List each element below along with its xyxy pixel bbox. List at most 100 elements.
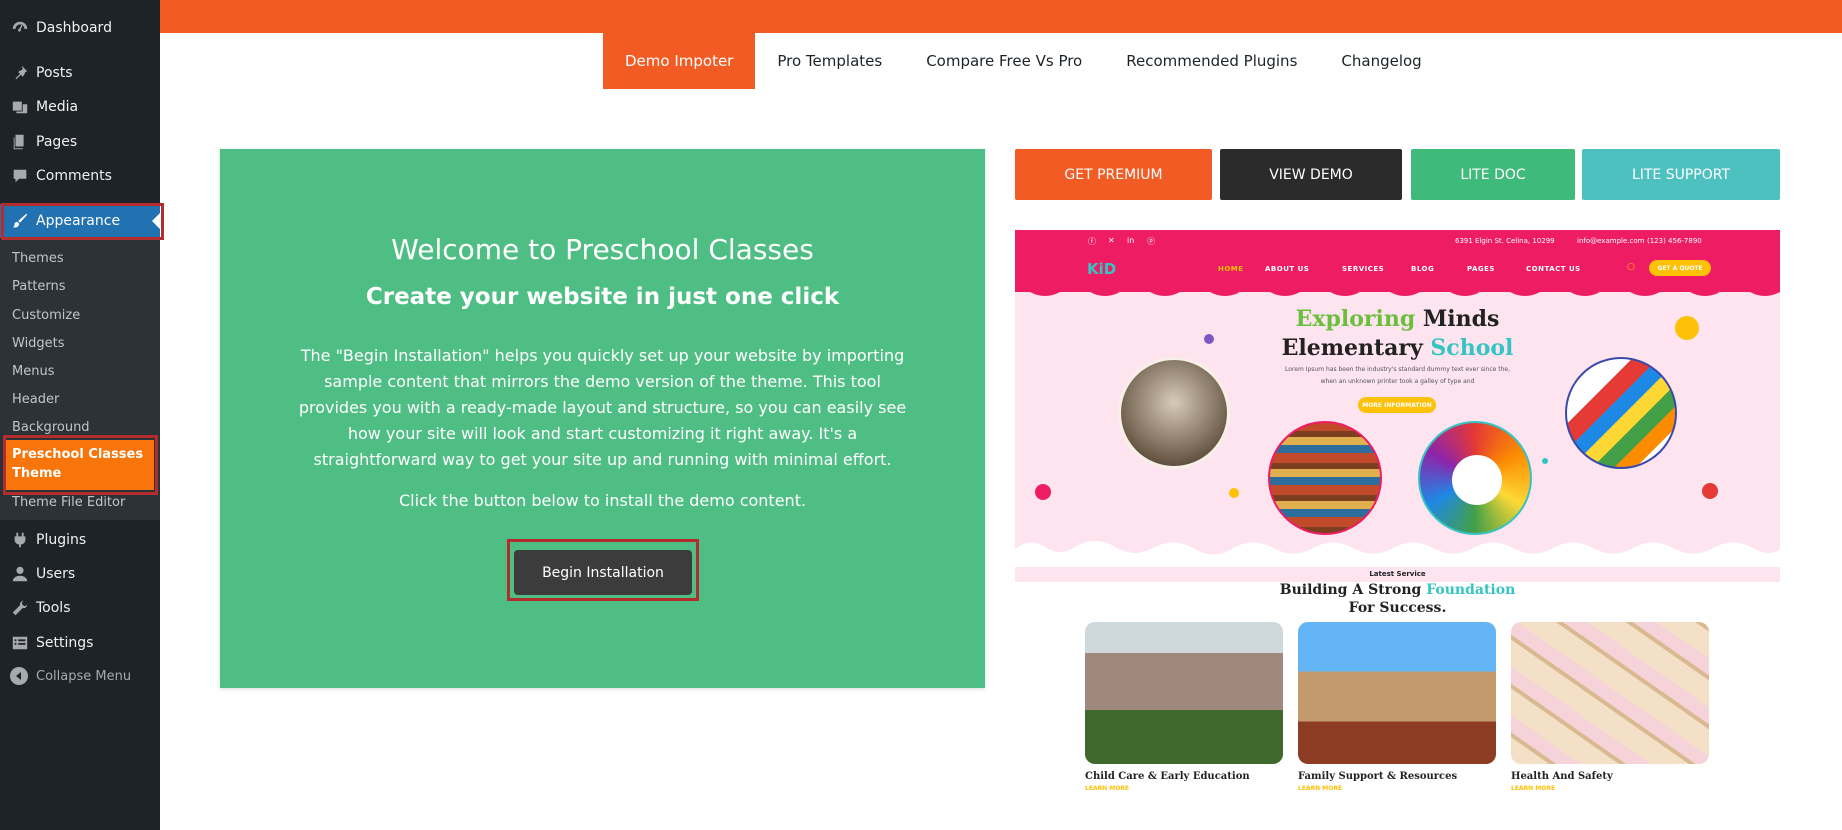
- install-instruction: Click the button below to install the de…: [398, 491, 807, 510]
- sidebar-item-settings[interactable]: Settings: [0, 626, 160, 660]
- preview-nav-services: SERVICES: [1342, 265, 1385, 273]
- submenu-item-patterns[interactable]: Patterns: [12, 279, 66, 294]
- preview-email: info@example.com: [1577, 237, 1645, 245]
- begin-installation-button[interactable]: Begin Installation: [514, 550, 692, 595]
- highlight-box-theme: [3, 435, 158, 495]
- tab-changelog[interactable]: Changelog: [1319, 33, 1443, 89]
- preview-pencils-photo: [1418, 421, 1532, 535]
- sidebar-item-label: Pages: [36, 134, 78, 150]
- preview-quote-button: GET A QUOTE: [1649, 260, 1711, 276]
- tab-compare-free-vs-pro[interactable]: Compare Free Vs Pro: [904, 33, 1104, 89]
- preview-dot-purple: [1204, 334, 1214, 344]
- lite-doc-button[interactable]: LITE DOC: [1411, 149, 1575, 200]
- submenu-item-widgets[interactable]: Widgets: [12, 336, 65, 351]
- sidebar-item-label: Settings: [36, 635, 94, 651]
- preview-building-line2: For Success.: [1348, 600, 1447, 616]
- preview-wave-top: [1015, 286, 1780, 296]
- theme-tabs: Demo Impoter Pro Templates Compare Free …: [603, 33, 1444, 89]
- submenu-item-themes[interactable]: Themes: [12, 251, 64, 266]
- preview-nav-home: HOME: [1218, 265, 1244, 273]
- tab-recommended-plugins[interactable]: Recommended Plugins: [1104, 33, 1319, 89]
- sidebar-item-users[interactable]: Users: [0, 557, 160, 591]
- submenu-item-menus[interactable]: Menus: [12, 364, 54, 379]
- sidebar-item-media[interactable]: Media: [0, 90, 160, 124]
- sidebar-item-tools[interactable]: Tools: [0, 591, 160, 625]
- preview-card-title-2: Family Support & Resources: [1298, 771, 1458, 782]
- tab-demo-importer[interactable]: Demo Impoter: [603, 33, 756, 89]
- submenu-item-theme-file-editor[interactable]: Theme File Editor: [12, 495, 125, 510]
- preview-crayons-photo: [1565, 357, 1677, 469]
- preview-card-link-2: LEARN MORE: [1298, 785, 1343, 792]
- preview-dot-gold: [1229, 488, 1239, 498]
- preview-card-image-1: [1085, 622, 1283, 764]
- lite-support-label: LITE SUPPORT: [1631, 166, 1731, 183]
- view-demo-button[interactable]: VIEW DEMO: [1220, 149, 1402, 200]
- preview-logo: KiD: [1087, 260, 1117, 278]
- sidebar-item-dashboard[interactable]: Dashboard: [0, 11, 160, 45]
- welcome-description: The "Begin Installation" helps you quick…: [298, 346, 907, 469]
- preview-hero-text: Lorem Ipsum has been the industry's stan…: [1285, 366, 1510, 385]
- preview-bookshelf-photo: [1268, 421, 1382, 535]
- tab-pro-templates[interactable]: Pro Templates: [755, 33, 904, 89]
- preview-dot-yellow: [1675, 316, 1699, 340]
- view-demo-label: VIEW DEMO: [1269, 166, 1353, 183]
- lite-doc-label: LITE DOC: [1460, 166, 1526, 183]
- admin-sidebar: Dashboard Posts Media Pages Comments App…: [0, 0, 164, 830]
- comment-icon: [10, 166, 30, 186]
- preview-nav-contact: CONTACT US: [1526, 265, 1581, 273]
- sidebar-item-label: Dashboard: [36, 20, 112, 36]
- preview-hero-title-line2: Elementary School: [1281, 335, 1514, 361]
- preview-more-button: MORE INFORMATION: [1358, 397, 1436, 413]
- welcome-subtitle: Create your website in just one click: [365, 284, 840, 310]
- sidebar-item-label: Posts: [36, 65, 73, 81]
- sidebar-item-plugins[interactable]: Plugins: [0, 523, 160, 557]
- sidebar-item-label: Comments: [36, 168, 112, 184]
- theme-preview-image: ⓕ ✕ in ⓟ 6391 Elgin St. Celina, 10299 in…: [1015, 230, 1780, 830]
- sidebar-item-label: Tools: [36, 600, 71, 616]
- preview-nav-blog: BLOG: [1411, 265, 1435, 273]
- linkedin-icon: in: [1127, 236, 1135, 245]
- media-icon: [10, 97, 30, 117]
- preview-dot-red: [1702, 483, 1718, 499]
- facebook-icon: ⓕ: [1088, 237, 1096, 246]
- highlight-box-appearance: [1, 203, 164, 240]
- preview-dot-pink: [1035, 484, 1051, 500]
- preview-card-title-3: Health And Safety: [1511, 771, 1613, 782]
- sidebar-item-comments[interactable]: Comments: [0, 159, 160, 193]
- preview-address: 6391 Elgin St. Celina, 10299: [1455, 237, 1555, 245]
- welcome-panel: Welcome to Preschool Classes Create your…: [220, 149, 985, 688]
- preview-nav-about: ABOUT US: [1265, 265, 1310, 273]
- preview-hero-title-line1: Exploring Minds: [1295, 306, 1500, 332]
- lite-support-button[interactable]: LITE SUPPORT: [1582, 149, 1780, 200]
- preview-card-link-1: LEARN MORE: [1085, 785, 1130, 792]
- sidebar-item-label: Media: [36, 99, 79, 115]
- preview-card-image-3: [1511, 622, 1709, 764]
- preview-glasses-photo: [1118, 357, 1230, 469]
- dashboard-icon: [10, 18, 30, 38]
- preview-card-link-3: LEARN MORE: [1511, 785, 1556, 792]
- pinterest-icon: ⓟ: [1147, 237, 1155, 246]
- sidebar-item-posts[interactable]: Posts: [0, 56, 160, 90]
- preview-dot-teal: [1542, 458, 1548, 464]
- preview-search-icon: ○: [1627, 262, 1635, 272]
- welcome-title: Welcome to Preschool Classes: [391, 233, 814, 266]
- x-icon: ✕: [1108, 236, 1115, 245]
- preview-card-title-1: Child Care & Early Education: [1085, 771, 1250, 782]
- submenu-item-background[interactable]: Background: [12, 420, 90, 435]
- user-icon: [10, 564, 30, 584]
- sidebar-item-pages[interactable]: Pages: [0, 125, 160, 159]
- theme-header-bar: [160, 0, 1842, 33]
- wrench-icon: [10, 598, 30, 618]
- preview-latest-service: Latest Service: [1369, 570, 1426, 578]
- pages-icon: [10, 132, 30, 152]
- submenu-item-header[interactable]: Header: [12, 392, 59, 407]
- collapse-arrow-icon: [10, 667, 28, 685]
- preview-nav-pages: PAGES: [1467, 265, 1495, 273]
- submenu-item-customize[interactable]: Customize: [12, 308, 80, 323]
- collapse-menu-label: Collapse Menu: [36, 668, 132, 684]
- preview-card-image-2: [1298, 622, 1496, 764]
- pin-icon: [10, 63, 30, 83]
- collapse-menu-button[interactable]: Collapse Menu: [0, 662, 160, 690]
- get-premium-button[interactable]: GET PREMIUM: [1015, 149, 1212, 200]
- plugin-icon: [10, 530, 30, 550]
